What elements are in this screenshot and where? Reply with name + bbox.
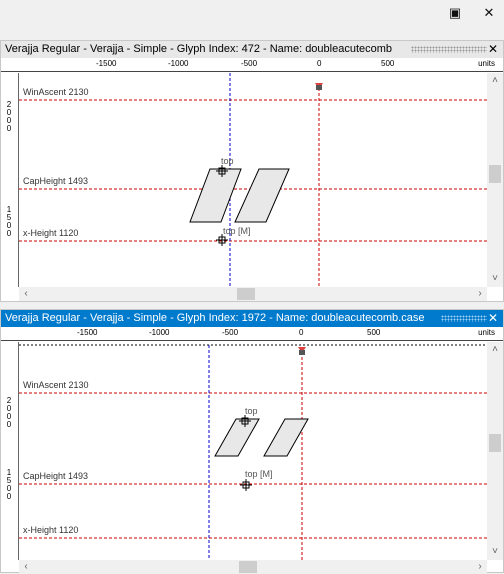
glyph-canvas[interactable]: WinAscent 2130 CapHeight 1493 x-Height 1… (19, 73, 487, 287)
window-controls-bar: ▣ ✕ (0, 0, 504, 40)
anchor-label: top [M] (245, 469, 273, 479)
ruler-tick: -500 (241, 59, 258, 68)
vertical-ruler: 2000 1500 (1, 73, 19, 287)
ruler-tick: 0 (317, 59, 322, 68)
close-icon[interactable]: ✕ (486, 310, 500, 327)
vertical-ruler: 2000 1500 (1, 342, 19, 560)
glyph-canvas-svg (19, 344, 487, 560)
capheight-label: CapHeight 1493 (23, 176, 89, 186)
scrollbar-thumb[interactable] (237, 288, 255, 300)
glyph-window-1-titlebar[interactable]: Verajja Regular - Verajja - Simple - Gly… (1, 41, 503, 58)
winascent-label: WinAscent 2130 (23, 87, 89, 97)
horizontal-scrollbar[interactable]: ‹ › (19, 287, 487, 301)
vruler-label: 1500 (6, 205, 12, 238)
capheight-label: CapHeight 1493 (23, 471, 89, 481)
ruler-tick: -1000 (149, 328, 170, 337)
glyph-window-1-title: Verajja Regular - Verajja - Simple - Gly… (5, 43, 393, 55)
glyph-window-1[interactable]: Verajja Regular - Verajja - Simple - Gly… (0, 40, 504, 302)
glyph-canvas[interactable]: WinAscent 2130 CapHeight 1493 x-Height 1… (19, 342, 487, 560)
anchor-label: top (221, 156, 234, 166)
vruler-label: 2000 (6, 396, 12, 429)
scroll-right-icon[interactable]: › (473, 288, 487, 300)
anchor-label: top (245, 406, 258, 416)
glyph-window-2-title: Verajja Regular - Verajja - Simple - Gly… (5, 312, 425, 324)
glyph-contour[interactable] (263, 418, 309, 457)
glyph-contour[interactable] (189, 168, 242, 223)
scrollbar-thumb[interactable] (489, 165, 501, 183)
ruler-tick: -1500 (77, 328, 98, 337)
horizontal-scrollbar[interactable]: ‹ › (19, 560, 487, 574)
glyph-window-2[interactable]: Verajja Regular - Verajja - Simple - Gly… (0, 309, 504, 574)
scroll-up-icon[interactable]: ˄ (488, 75, 502, 87)
lock-icon (316, 85, 322, 90)
glyph-contour[interactable] (234, 168, 290, 223)
maximize-icon[interactable]: ▣ (444, 4, 466, 22)
horizontal-ruler: -1500 -1000 -500 0 500 units (1, 58, 503, 72)
glyph-contour[interactable] (214, 418, 260, 457)
close-icon[interactable]: ✕ (486, 41, 500, 58)
ruler-tick: -500 (222, 328, 239, 337)
scroll-down-icon[interactable]: ˅ (488, 273, 502, 285)
scrollbar-thumb[interactable] (489, 434, 501, 452)
xheight-label: x-Height 1120 (23, 525, 79, 535)
drag-grip[interactable] (411, 46, 487, 53)
anchor-label: top [M] (223, 226, 251, 236)
xheight-label: x-Height 1120 (23, 228, 79, 238)
ruler-tick: 0 (299, 328, 304, 337)
ruler-units: units (478, 59, 495, 68)
horizontal-ruler: -1500 -1000 -500 0 500 units (1, 327, 503, 341)
vruler-label: 1500 (6, 468, 12, 501)
scroll-down-icon[interactable]: ˅ (488, 546, 502, 558)
vertical-scrollbar[interactable]: ˄ ˅ (487, 73, 503, 287)
scroll-left-icon[interactable]: ‹ (19, 288, 33, 300)
ruler-tick: 500 (367, 328, 381, 337)
vertical-scrollbar[interactable]: ˄ ˅ (487, 342, 503, 560)
ruler-tick: 500 (381, 59, 395, 68)
vruler-label: 2000 (6, 100, 12, 133)
anchor-marker[interactable] (240, 479, 252, 491)
ruler-units: units (478, 328, 495, 337)
glyph-window-2-titlebar[interactable]: Verajja Regular - Verajja - Simple - Gly… (1, 310, 503, 327)
close-icon[interactable]: ✕ (478, 4, 500, 22)
scroll-left-icon[interactable]: ‹ (19, 561, 33, 573)
ruler-tick: -1500 (96, 59, 117, 68)
scrollbar-thumb[interactable] (239, 561, 257, 573)
scroll-right-icon[interactable]: › (473, 561, 487, 573)
winascent-label: WinAscent 2130 (23, 380, 89, 390)
scroll-up-icon[interactable]: ˄ (488, 344, 502, 356)
drag-grip[interactable] (441, 315, 487, 322)
lock-icon (299, 350, 305, 355)
glyph-canvas-svg (19, 73, 487, 287)
ruler-tick: -1000 (168, 59, 189, 68)
